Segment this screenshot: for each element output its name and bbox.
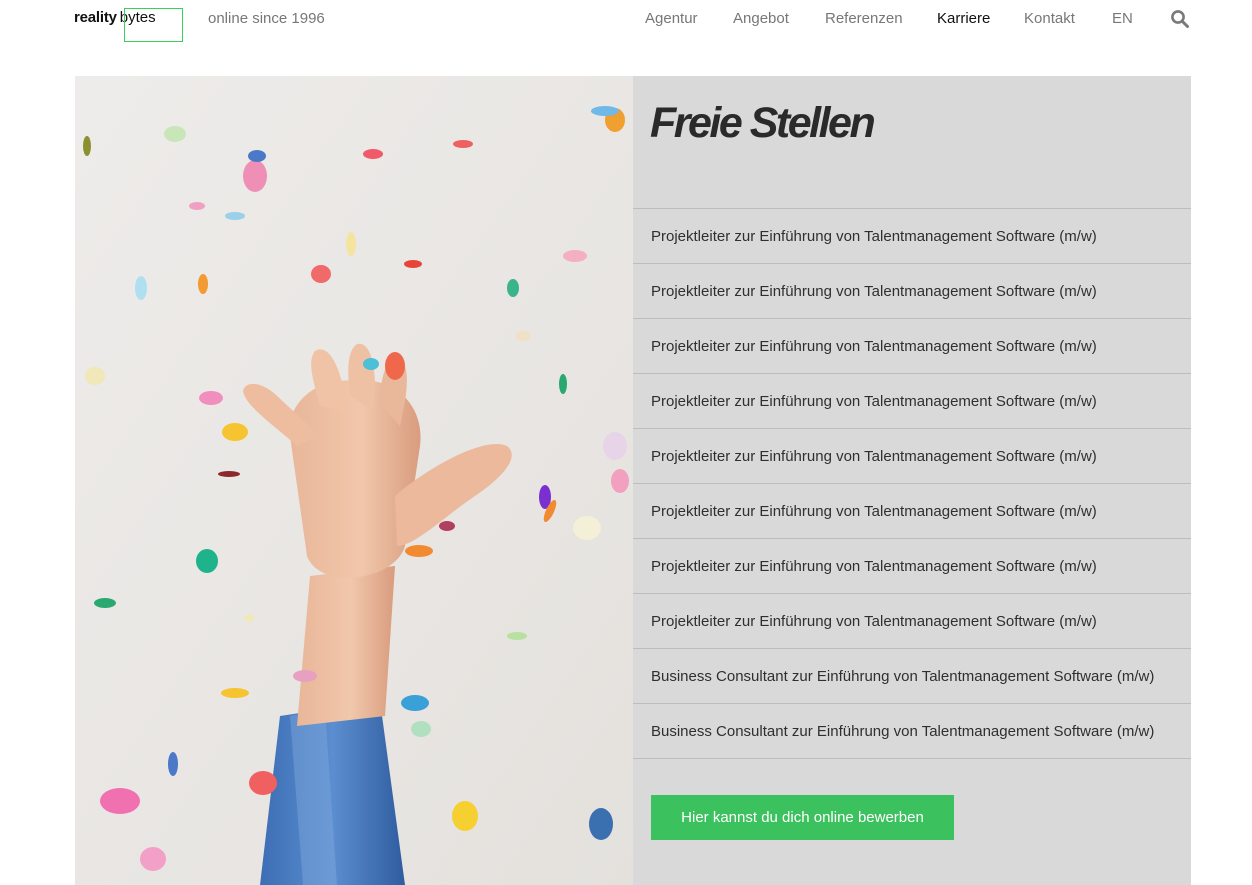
job-listing[interactable]: Projektleiter zur Einführung von Talentm…	[633, 594, 1191, 649]
job-listing[interactable]: Projektleiter zur Einführung von Talentm…	[633, 209, 1191, 264]
job-listing[interactable]: Projektleiter zur Einführung von Talentm…	[633, 374, 1191, 429]
nav-angebot[interactable]: Angebot	[733, 10, 789, 27]
job-listing[interactable]: Business Consultant zur Einführung von T…	[633, 649, 1191, 704]
job-listing[interactable]: Projektleiter zur Einführung von Talentm…	[633, 319, 1191, 374]
nav-karriere[interactable]: Karriere	[937, 10, 990, 27]
nav-referenzen[interactable]: Referenzen	[825, 10, 903, 27]
main-nav: Agentur Angebot Referenzen Karriere Kont…	[0, 10, 1252, 30]
search-icon[interactable]	[1170, 9, 1190, 29]
jobs-panel: Freie Stellen Projektleiter zur Einführu…	[633, 76, 1191, 885]
job-listing[interactable]: Business Consultant zur Einführung von T…	[633, 704, 1191, 759]
job-listing[interactable]: Projektleiter zur Einführung von Talentm…	[633, 264, 1191, 319]
job-listing[interactable]: Projektleiter zur Einführung von Talentm…	[633, 484, 1191, 539]
job-list: Projektleiter zur Einführung von Talentm…	[633, 208, 1191, 759]
language-switch-en[interactable]: EN	[1112, 10, 1133, 27]
apply-online-button[interactable]: Hier kannst du dich online bewerben	[651, 795, 954, 840]
job-listing[interactable]: Projektleiter zur Einführung von Talentm…	[633, 539, 1191, 594]
job-listing[interactable]: Projektleiter zur Einführung von Talentm…	[633, 429, 1191, 484]
nav-kontakt[interactable]: Kontakt	[1024, 10, 1075, 27]
nav-agentur[interactable]: Agentur	[645, 10, 698, 27]
page-title: Freie Stellen	[650, 99, 876, 147]
site-header: reality bytes online since 1996 Agentur A…	[0, 0, 1252, 50]
hero-image-hand-confetti	[75, 76, 633, 885]
